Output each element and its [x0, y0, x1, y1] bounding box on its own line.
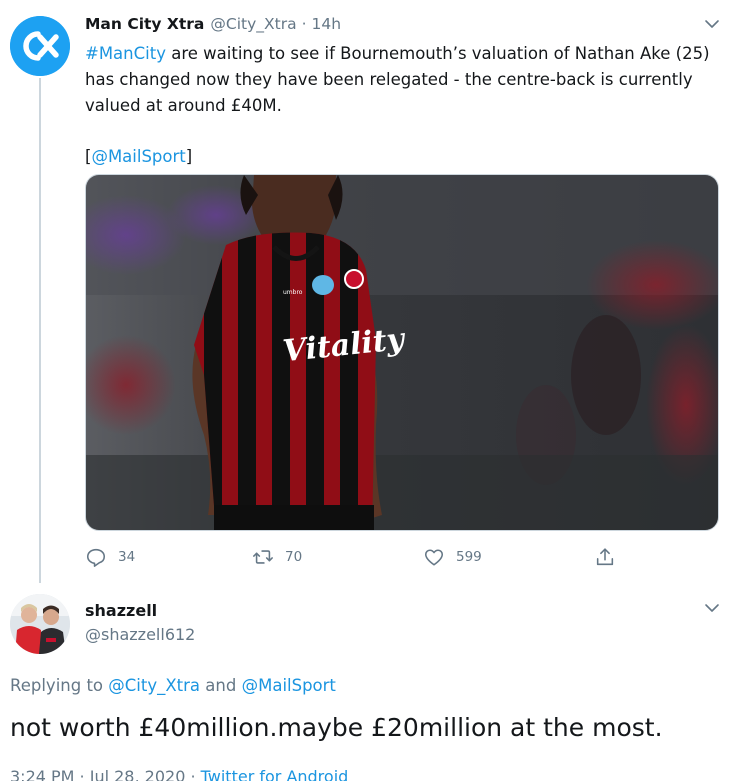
tweet-actions: 34 70 599	[85, 543, 625, 571]
footballer-photo: umbro Vitality	[86, 175, 718, 530]
tweet-source-line: [@MailSport]	[85, 144, 725, 170]
tweet-photo[interactable]: umbro Vitality	[85, 174, 719, 531]
man-city-xtra-logo	[10, 16, 70, 76]
retweet-button[interactable]: 70	[252, 543, 302, 571]
replying-to: Replying to @City_Xtra and @MailSport	[10, 676, 336, 695]
tweet: Man City Xtra @City_Xtra · 14h #ManCity …	[0, 0, 731, 583]
retweet-icon	[253, 550, 273, 564]
reply-text: not worth £40million.maybe £20million at…	[10, 713, 663, 742]
avatar[interactable]	[10, 594, 70, 654]
shirt-brand-text: umbro	[283, 289, 303, 296]
tweet-header: Man City Xtra @City_Xtra · 14h	[85, 15, 341, 37]
like-icon	[424, 549, 444, 566]
tweet-text-line: has changed now they have been relegated…	[85, 70, 693, 89]
mailsport-mention-link[interactable]: @MailSport	[91, 147, 185, 166]
bracket-close: ]	[185, 147, 193, 166]
city-xtra-mention-link[interactable]: @City_Xtra	[108, 676, 200, 695]
reply-meta: 3:24 PM · Jul 28, 2020 · Twitter for And…	[10, 767, 348, 781]
author-handle[interactable]: @City_Xtra	[210, 15, 296, 33]
hashtag-link[interactable]: #ManCity	[85, 44, 166, 63]
client-source-link[interactable]: Twitter for Android	[201, 767, 349, 781]
reply-author-handle[interactable]: @shazzell612	[85, 625, 195, 644]
tweet-text-line: #ManCity are waiting to see if Bournemou…	[85, 41, 725, 67]
replying-prefix: Replying to	[10, 676, 109, 695]
share-button[interactable]	[594, 543, 616, 571]
reply-date[interactable]: Jul 28, 2020	[90, 767, 186, 781]
thread-line	[39, 78, 41, 583]
like-count: 599	[456, 549, 482, 565]
reply-time[interactable]: 3:24 PM	[10, 767, 74, 781]
profile-photo	[10, 594, 70, 654]
reply-icon	[86, 548, 106, 567]
share-icon	[596, 548, 614, 566]
mailsport-mention-link[interactable]: @MailSport	[242, 676, 336, 695]
separator-dot: ·	[301, 15, 307, 33]
tweet-text-line: valued at around £40M.	[85, 96, 282, 115]
reply-tweet: shazzell @shazzell612 Replying to @City_…	[0, 580, 731, 781]
tweet-text: #ManCity are waiting to see if Bournemou…	[85, 41, 725, 170]
retweet-count: 70	[285, 549, 303, 565]
tweet-time[interactable]: 14h	[312, 15, 342, 33]
reply-author-name[interactable]: shazzell	[85, 601, 157, 620]
meta-separator: ·	[74, 767, 90, 781]
reply-button[interactable]: 34	[85, 543, 135, 571]
chevron-down-icon[interactable]	[704, 16, 720, 32]
meta-separator: ·	[185, 767, 201, 781]
like-button[interactable]: 599	[423, 543, 482, 571]
reply-count: 34	[118, 549, 136, 565]
tweet-text-segment: are waiting to see if Bournemouth’s valu…	[165, 44, 710, 63]
author-name[interactable]: Man City Xtra	[85, 15, 204, 33]
avatar[interactable]	[10, 16, 70, 76]
replying-and: and	[200, 676, 242, 695]
chevron-down-icon[interactable]	[704, 600, 720, 616]
